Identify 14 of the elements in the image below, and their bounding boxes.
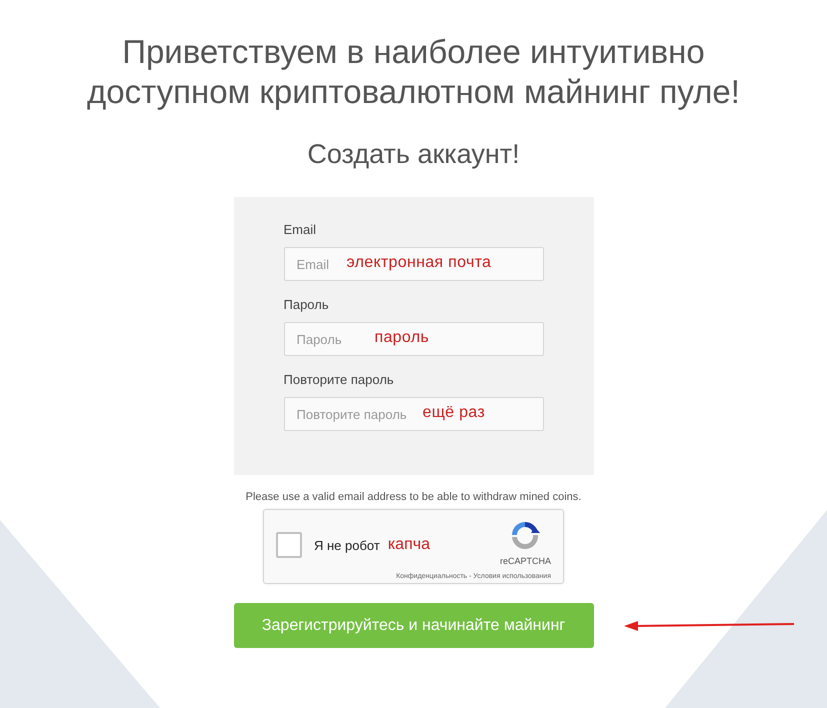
checkbox-label: Я не робот [314,538,380,552]
annotation-text: пароль [374,329,429,347]
annotation-text: ещё раз [422,404,485,422]
page-heading: Приветствуем в наиболее интуитивно доступном криптовалютном майнинг пуле! [86,32,741,112]
annotation-text: электронная почта [346,254,492,272]
field-label: Повторите пароль [284,372,395,387]
brand-text: reCAPTCHA [500,556,551,566]
checkbox[interactable] [276,532,302,558]
annotation-text: капча [388,536,430,554]
field-label: Email [284,222,318,237]
hint-text: Please use a valid email address to be able to withdraw mined coins. [246,491,582,503]
recaptcha-icon [509,519,542,551]
field-label: Пароль [284,297,330,312]
form-title: Создать аккаунт! [307,139,520,170]
